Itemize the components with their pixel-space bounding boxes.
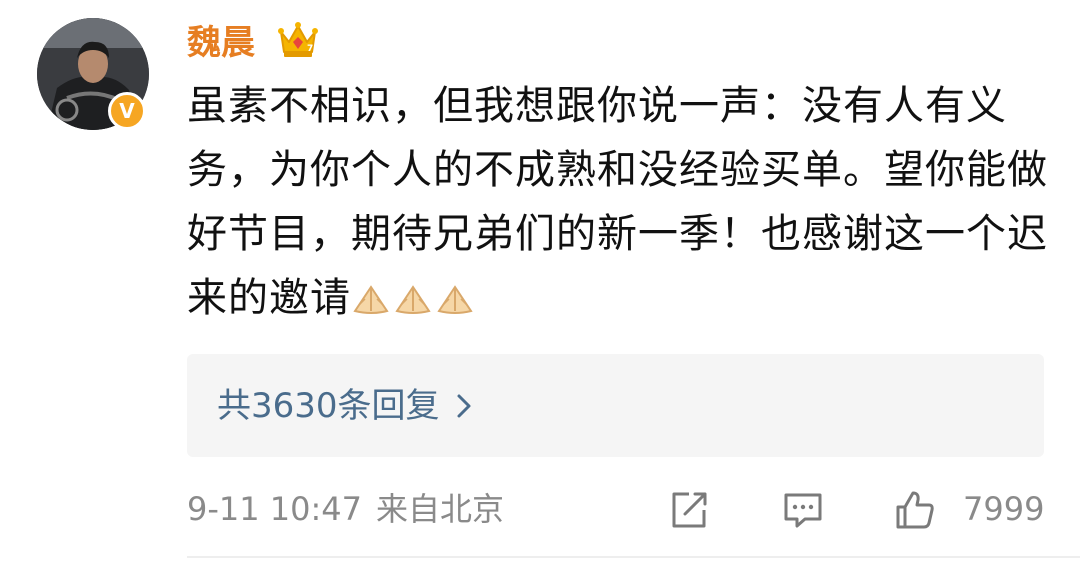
verified-badge-label: V xyxy=(119,99,135,123)
divider xyxy=(187,556,1080,558)
location: 来自北京 xyxy=(376,490,505,528)
comment-body: 虽素不相识，但我想跟你说一声：没有人有义务，为你个人的不成熟和没经验买单。望你能… xyxy=(187,83,1048,321)
pray-emoji-icon xyxy=(353,285,389,314)
emoji-row xyxy=(351,281,475,315)
replies-count-label: 共3630条回复 xyxy=(217,386,440,426)
pray-emoji-icon xyxy=(395,285,431,314)
username[interactable]: 魏晨 xyxy=(187,18,255,68)
comment-icon[interactable] xyxy=(781,488,825,532)
pray-emoji-icon xyxy=(437,285,473,314)
share-icon[interactable] xyxy=(667,488,711,532)
svg-text:7: 7 xyxy=(307,44,313,54)
replies-box[interactable]: 共3630条回复 xyxy=(187,354,1044,457)
timestamp: 9-11 10:47 xyxy=(187,490,363,528)
like-count: 7999 xyxy=(963,490,1045,528)
comment-text: 虽素不相识，但我想跟你说一声：没有人有义务，为你个人的不成熟和没经验买单。望你能… xyxy=(187,74,1052,330)
verified-badge-icon: V xyxy=(108,92,146,130)
chevron-right-icon xyxy=(457,394,471,418)
like-icon[interactable] xyxy=(893,488,937,532)
view-replies-link[interactable]: 共3630条回复 xyxy=(217,382,472,430)
crown-icon: 7 xyxy=(278,22,318,57)
comment-meta: 9-11 10:47 来自北京 xyxy=(187,484,504,534)
comment-footer: 9-11 10:47 来自北京 7999 xyxy=(187,484,1047,534)
